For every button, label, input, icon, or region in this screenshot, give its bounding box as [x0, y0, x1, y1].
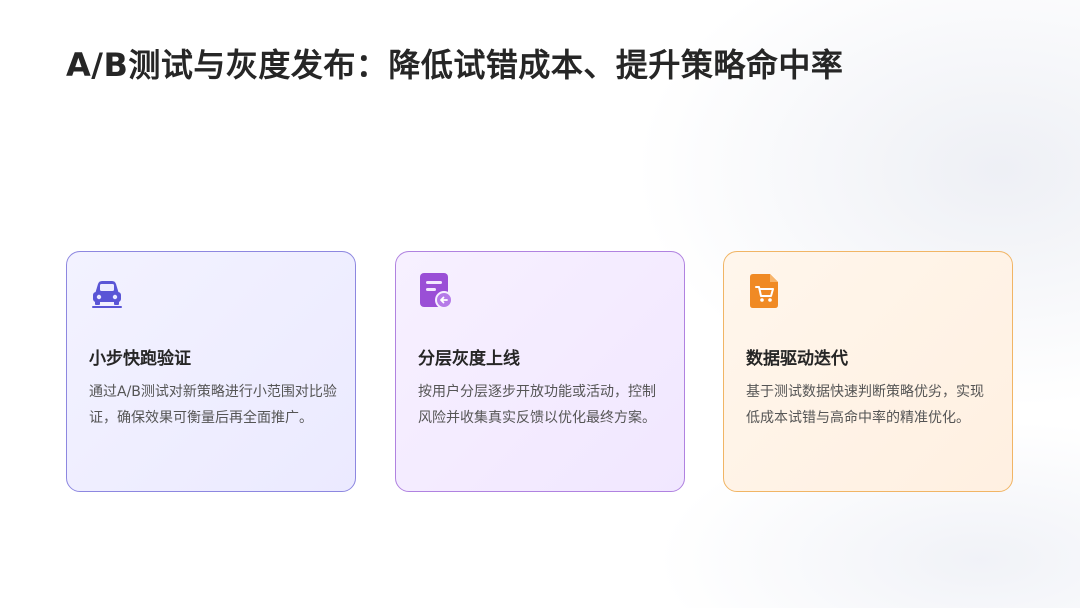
card-description: 基于测试数据快速判断策略优劣，实现低成本试错与高命中率的精准优化。	[746, 384, 984, 426]
card-small-steps: 小步快跑验证 通过A/B测试对新策略进行小范围对比验证，确保效果可衡量后再全面推…	[66, 251, 356, 492]
card-description: 按用户分层逐步开放功能或活动，控制风险并收集真实反馈以优化最终方案。	[418, 384, 656, 426]
car-icon	[89, 272, 125, 310]
shopping-cart-icon	[746, 272, 782, 310]
card-title: 数据驱动迭代	[746, 349, 848, 369]
card-data-driven: 数据驱动迭代 基于测试数据快速判断策略优劣，实现低成本试错与高命中率的精准优化。	[723, 251, 1013, 492]
document-return-icon	[418, 272, 454, 310]
card-layered-rollout: 分层灰度上线 按用户分层逐步开放功能或活动，控制风险并收集真实反馈以优化最终方案…	[395, 251, 685, 492]
card-title: 小步快跑验证	[89, 349, 191, 369]
page-title: A/B测试与灰度发布：降低试错成本、提升策略命中率	[66, 46, 844, 84]
card-title: 分层灰度上线	[418, 349, 520, 369]
card-description: 通过A/B测试对新策略进行小范围对比验证，确保效果可衡量后再全面推广。	[89, 384, 337, 426]
